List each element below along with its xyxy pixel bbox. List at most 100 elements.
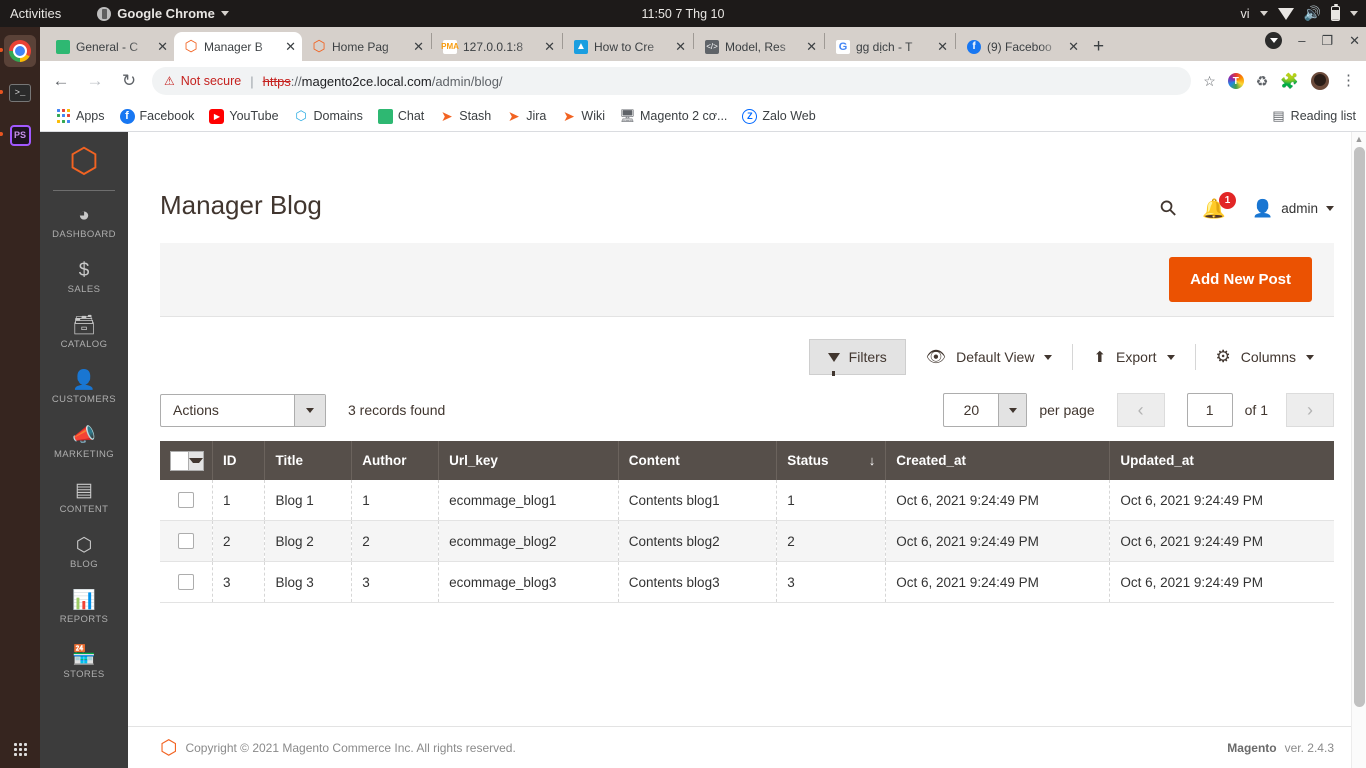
show-applications-icon[interactable]	[13, 743, 27, 756]
column-header-url-key[interactable]: Url_key	[438, 441, 619, 480]
select-all-header[interactable]	[160, 441, 213, 480]
back-button[interactable]: ←	[50, 71, 72, 91]
browser-tab-2[interactable]: ⬡ Manager B ✕	[174, 32, 302, 61]
sidebar-item-catalog[interactable]: 🗃 CATALOG	[40, 305, 128, 360]
previous-page-button[interactable]: ‹	[1116, 393, 1165, 427]
translate-extension-icon[interactable]: T	[1227, 73, 1244, 89]
columns-button[interactable]: ⚙ Columns	[1196, 347, 1335, 367]
select-all-checkbox[interactable]	[170, 450, 204, 471]
close-icon[interactable]: ✕	[157, 40, 168, 53]
admin-user-menu[interactable]: 👤 admin	[1252, 199, 1334, 219]
column-header-title[interactable]: Title	[264, 441, 353, 480]
forward-button[interactable]: →	[84, 71, 106, 91]
column-header-created-at[interactable]: Created_at	[885, 441, 1111, 480]
browser-tab-5[interactable]: ▲ How to Cre ✕	[564, 32, 692, 61]
bookmark-apps[interactable]: Apps	[50, 106, 111, 127]
column-header-status[interactable]: Status ↓	[776, 441, 887, 480]
battery-icon[interactable]	[1331, 3, 1340, 21]
active-app-menu[interactable]: Google Chrome	[97, 6, 229, 21]
column-header-updated-at[interactable]: Updated_at	[1109, 441, 1334, 480]
close-icon[interactable]: ✕	[1068, 40, 1079, 53]
close-icon[interactable]: ✕	[937, 40, 948, 53]
row-select-cell[interactable]	[160, 520, 213, 562]
scrollbar-thumb[interactable]	[1354, 147, 1365, 707]
new-tab-button[interactable]: +	[1093, 37, 1104, 56]
sidebar-item-customers[interactable]: 👤 CUSTOMERS	[40, 360, 128, 415]
bookmark-domains[interactable]: ⬡ Domains	[288, 106, 369, 127]
close-icon[interactable]: ✕	[413, 40, 424, 53]
wifi-icon[interactable]	[1277, 7, 1294, 20]
browser-tab-6[interactable]: </> Model, Res ✕	[695, 32, 823, 61]
bookmark-wiki[interactable]: ➤ Wiki	[555, 106, 611, 127]
bookmark-zalo[interactable]: Z Zalo Web	[736, 106, 821, 127]
row-checkbox[interactable]	[177, 492, 194, 508]
row-checkbox[interactable]	[177, 533, 194, 549]
filters-button[interactable]: Filters	[808, 339, 906, 376]
column-header-author[interactable]: Author	[351, 441, 440, 480]
extensions-puzzle-icon[interactable]: 🧩	[1280, 72, 1299, 90]
dock-item-phpstorm[interactable]: PS	[0, 119, 36, 151]
table-row[interactable]: 2 Blog 2 2 ecommage_blog2 Contents blog2…	[160, 520, 1334, 562]
bookmark-star-icon[interactable]: ☆	[1203, 73, 1216, 90]
download-icon[interactable]	[1265, 32, 1283, 49]
sidebar-item-sales[interactable]: $ SALES	[40, 250, 128, 305]
recycle-extension-icon[interactable]: ♻	[1256, 73, 1269, 90]
column-header-id[interactable]: ID	[212, 441, 266, 480]
address-bar[interactable]: ⚠ Not secure | https://magento2ce.local.…	[152, 67, 1192, 95]
chrome-menu-icon[interactable]: ⋮	[1341, 73, 1356, 88]
add-new-post-button[interactable]: Add New Post	[1169, 257, 1312, 302]
bookmark-stash[interactable]: ➤ Stash	[433, 106, 497, 127]
sidebar-item-blog[interactable]: ⬡ BLOG	[40, 525, 128, 580]
bookmark-jira[interactable]: ➤ Jira	[500, 106, 552, 127]
reload-button[interactable]: ↻	[118, 71, 140, 91]
per-page-select[interactable]: 20	[943, 393, 1028, 427]
export-button[interactable]: ⬆ Export	[1073, 348, 1194, 366]
maximize-button[interactable]: ❐	[1321, 33, 1333, 49]
close-icon[interactable]: ✕	[675, 40, 686, 53]
close-window-button[interactable]: ✕	[1349, 33, 1360, 49]
browser-tab-8[interactable]: f (9) Faceboo ✕	[957, 32, 1085, 61]
row-select-cell[interactable]	[160, 561, 213, 603]
sidebar-item-stores[interactable]: 🏪 STORES	[40, 635, 128, 690]
browser-tab-7[interactable]: G gg dịch - T ✕	[826, 32, 954, 61]
row-select-cell[interactable]	[160, 480, 213, 521]
close-icon[interactable]: ✕	[806, 40, 817, 53]
close-icon[interactable]: ✕	[285, 40, 296, 53]
search-icon[interactable]: ⚲	[1154, 194, 1183, 223]
bookmark-magento-doc[interactable]: 🖥 Magento 2 cơ...	[614, 106, 733, 127]
current-page-input[interactable]: 1	[1186, 393, 1233, 427]
dock-item-terminal[interactable]: >_	[0, 77, 36, 109]
sidebar-item-reports[interactable]: 📊 REPORTS	[40, 580, 128, 635]
dock-item-chrome[interactable]	[0, 35, 36, 67]
reading-list-button[interactable]: ▤ Reading list	[1272, 108, 1356, 124]
activities-button[interactable]: Activities	[10, 6, 61, 21]
table-row[interactable]: 1 Blog 1 1 ecommage_blog1 Contents blog1…	[160, 480, 1334, 521]
tray-chevron-icon[interactable]	[1350, 11, 1358, 16]
minimize-button[interactable]: –	[1298, 33, 1305, 48]
volume-icon[interactable]: 🔊	[1304, 5, 1321, 22]
sidebar-item-content[interactable]: ▤ CONTENT	[40, 470, 128, 525]
close-icon[interactable]: ✕	[544, 40, 555, 53]
sidebar-item-marketing[interactable]: 📣 MARKETING	[40, 415, 128, 470]
scroll-up-arrow-icon[interactable]: ▲	[1352, 132, 1366, 146]
view-bookmarks-button[interactable]: 👁 Default View	[906, 347, 1073, 367]
bookmark-chat[interactable]: Chat	[372, 106, 430, 127]
input-language-indicator[interactable]: vi	[1241, 7, 1250, 21]
sidebar-item-dashboard[interactable]: ◕ DASHBOARD	[40, 195, 128, 250]
row-checkbox[interactable]	[177, 574, 194, 590]
bookmark-facebook[interactable]: f Facebook	[114, 106, 201, 127]
mass-actions-select[interactable]: Actions	[160, 393, 326, 427]
security-status[interactable]: Not secure	[181, 74, 241, 88]
browser-tab-1[interactable]: General - C ✕	[46, 32, 174, 61]
profile-avatar[interactable]	[1311, 72, 1329, 90]
bookmark-youtube[interactable]: ▶ YouTube	[203, 106, 284, 127]
browser-tab-3[interactable]: ⬡ Home Pag ✕	[302, 32, 430, 61]
page-scrollbar[interactable]: ▲	[1351, 132, 1366, 768]
system-clock[interactable]: 11:50 7 Thg 10	[642, 7, 725, 21]
magento-logo-icon[interactable]: ⬡	[69, 144, 99, 178]
table-row[interactable]: 3 Blog 3 3 ecommage_blog3 Contents blog3…	[160, 561, 1334, 603]
column-header-content[interactable]: Content	[618, 441, 778, 480]
next-page-button[interactable]: ›	[1286, 393, 1334, 427]
notifications-button[interactable]: 🔔 1	[1202, 191, 1237, 221]
browser-tab-4[interactable]: PMA 127.0.0.1:8 ✕	[433, 32, 561, 61]
